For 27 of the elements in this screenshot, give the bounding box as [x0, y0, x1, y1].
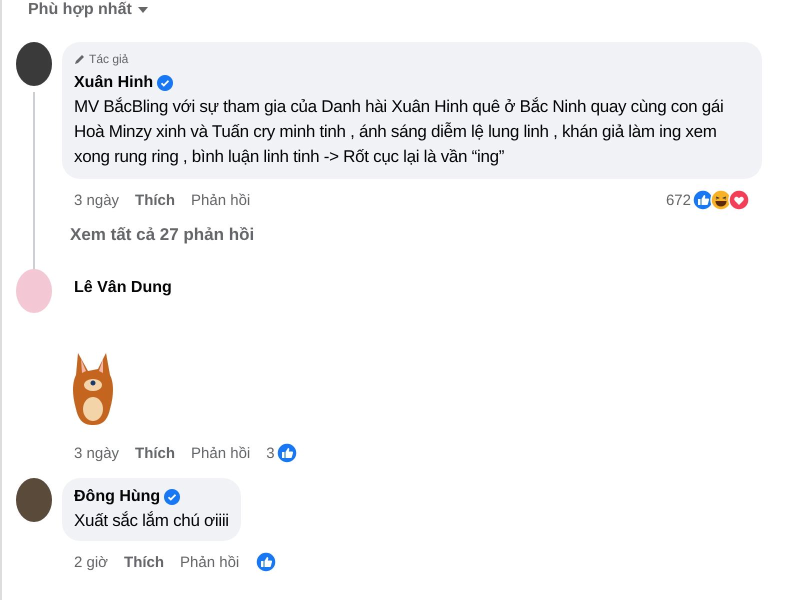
- like-link[interactable]: Thích: [135, 444, 176, 462]
- commenter-name[interactable]: Xuân Hinh: [74, 72, 154, 94]
- reply-link[interactable]: Phản hồi: [191, 444, 250, 462]
- sort-label[interactable]: Phù hợp nhất: [28, 1, 132, 19]
- caret-icon[interactable]: [138, 7, 148, 13]
- thumbs-up-icon: [692, 189, 714, 211]
- comment-time[interactable]: 3 ngày: [74, 192, 120, 208]
- commenter-name[interactable]: Đông Hùng: [74, 486, 160, 508]
- avatar[interactable]: [16, 478, 52, 522]
- avatar[interactable]: [16, 42, 52, 86]
- pen-icon: [74, 53, 86, 65]
- comment-text: MV BắcBling với sự tham gia của Danh hài Xuân Hinh quê ở Bắc Ninh quay cùng con gái Hoà Minzy xinh và Tuấn cry minh tinh , ánh sáng diễm lệ lung linh , khán giả làm ing xem xong rung ring , bình luận linh tinh -> Rốt cục lại là vần “ing”: [74, 96, 724, 168]
- comment-text: Xuất sắc lắm chú ơiiii: [74, 510, 229, 532]
- reaction-count: 3: [266, 444, 275, 462]
- like-link[interactable]: Thích: [135, 192, 176, 208]
- reply-link[interactable]: Phản hồi: [191, 192, 250, 208]
- author-label: Tác giả: [89, 52, 128, 66]
- like-link[interactable]: Thích: [124, 554, 164, 570]
- comment-time[interactable]: 3 ngày: [74, 444, 120, 462]
- reply-link[interactable]: Phản hồi: [180, 554, 240, 570]
- commenter-name[interactable]: Lê Vân Dung: [74, 277, 172, 299]
- thumbs-up-icon: [255, 551, 278, 573]
- view-replies-link[interactable]: Xem tất cả 27 phản hồi: [70, 225, 254, 245]
- comment-time[interactable]: 2 giờ: [74, 554, 108, 570]
- laughing-face-icon: [710, 189, 732, 211]
- thumbs-up-icon: [276, 442, 298, 464]
- reaction-count: 672: [666, 192, 691, 208]
